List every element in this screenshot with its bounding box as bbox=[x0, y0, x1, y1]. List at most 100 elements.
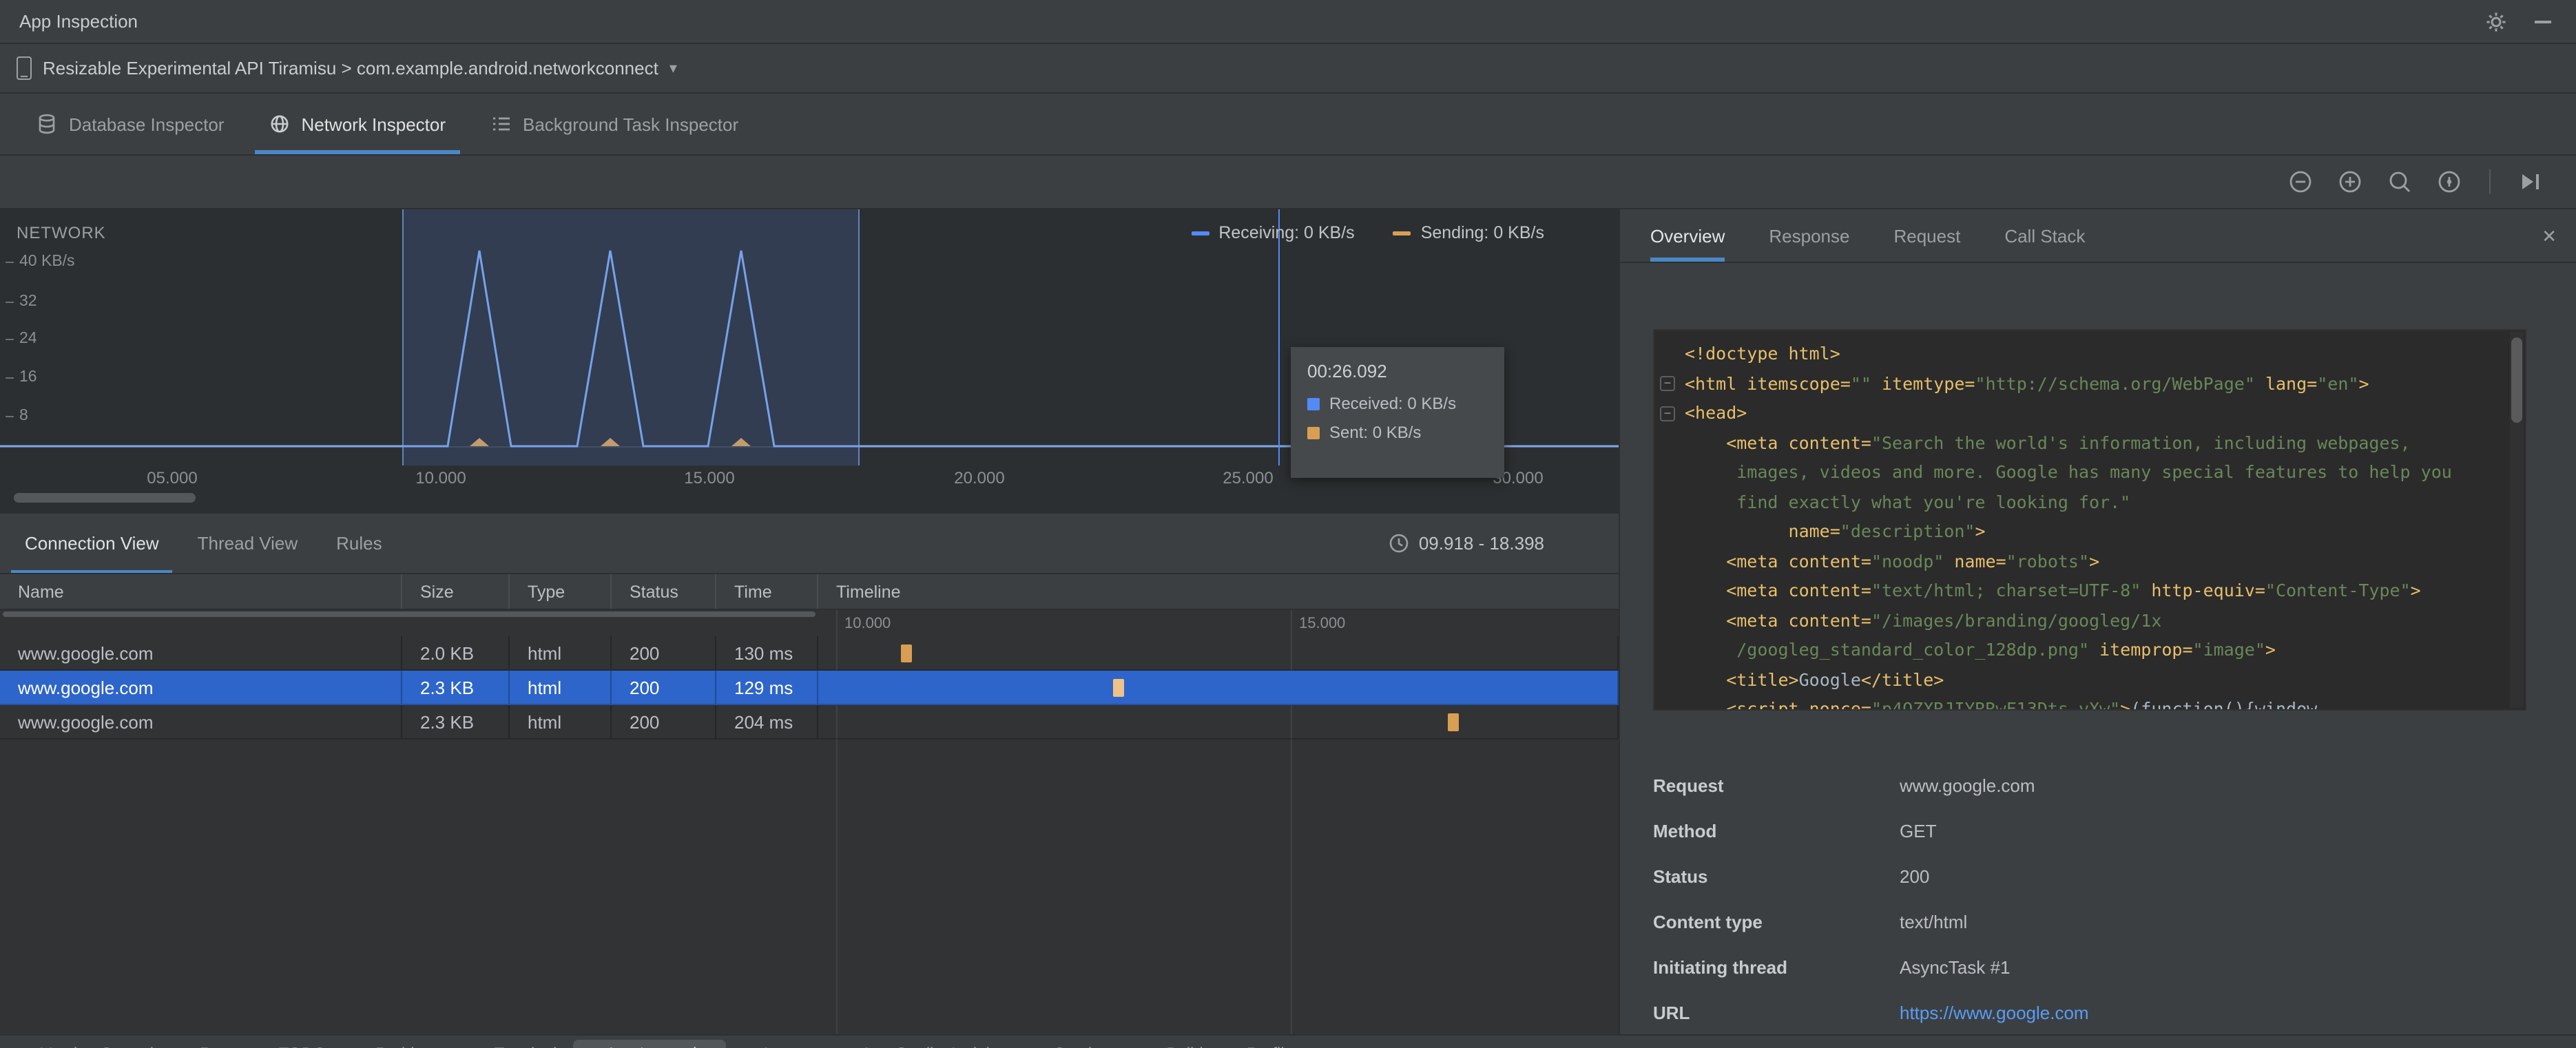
column-header-status[interactable]: Status bbox=[612, 574, 716, 609]
tool-window-button-build[interactable]: ◪ Build bbox=[1134, 1040, 1214, 1048]
tooltip-sent: Sent: 0 KB/s bbox=[1307, 423, 1488, 442]
tool-window-button-app-quality-insights[interactable]: ◉ App Quality Insights bbox=[830, 1040, 1019, 1048]
x-axis-tick: 10.000 bbox=[415, 468, 466, 488]
tool-window-button-run[interactable]: ▶ Run bbox=[170, 1040, 241, 1048]
tooltip-received: Received: 0 KB/s bbox=[1307, 394, 1488, 413]
sent-swatch-icon bbox=[1307, 426, 1320, 439]
tool-window-label: Terminal bbox=[495, 1044, 557, 1048]
tab-call-stack[interactable]: Call Stack bbox=[2004, 209, 2085, 262]
tab-response[interactable]: Response bbox=[1769, 209, 1849, 262]
table-horizontal-scrollbar[interactable] bbox=[3, 611, 816, 617]
column-header-timeline[interactable]: Timeline bbox=[818, 574, 1619, 609]
build-icon: ◪ bbox=[1145, 1045, 1160, 1048]
y-axis-tick: 24 bbox=[6, 331, 37, 347]
code-line: <meta content="noodp" name="robots"> bbox=[1685, 550, 2100, 571]
tooltip-guide-line bbox=[1278, 209, 1280, 465]
tab-rules[interactable]: Rules bbox=[317, 514, 402, 573]
connection-row[interactable]: www.google.com 2.0 KB html 200 130 ms bbox=[0, 636, 1619, 671]
code-content: <!doctype html> <html itemscope="" itemty… bbox=[1685, 339, 2506, 709]
tool-window-button-problems[interactable]: ▲ Problems bbox=[343, 1040, 457, 1048]
close-details-icon[interactable]: ✕ bbox=[2542, 209, 2557, 263]
connection-details-panel: Overview Response Request Call Stack ✕ −… bbox=[1619, 209, 2576, 1034]
hide-window-icon[interactable] bbox=[2529, 8, 2557, 35]
code-line: <meta content="Search the world's inform… bbox=[1685, 432, 2411, 452]
titlebar-actions bbox=[2482, 8, 2557, 35]
reset-zoom-icon[interactable] bbox=[2385, 167, 2415, 197]
tab-overview[interactable]: Overview bbox=[1650, 209, 1725, 262]
chart-title: NETWORK bbox=[17, 223, 106, 242]
column-header-name[interactable]: Name bbox=[0, 574, 402, 609]
y-axis-tick: 8 bbox=[6, 408, 28, 424]
tab-network-inspector[interactable]: Network Inspector bbox=[246, 94, 468, 154]
tab-thread-view[interactable]: Thread View bbox=[178, 514, 318, 573]
tool-window-button-logcat[interactable]: ▤ Logcat bbox=[731, 1040, 824, 1048]
process-selector-bar: Resizable Experimental API Tiramisu > co… bbox=[0, 44, 2576, 94]
inspector-tab-bar: Database Inspector Network Inspector Bac… bbox=[0, 94, 2576, 156]
process-selector[interactable]: Resizable Experimental API Tiramisu > co… bbox=[43, 58, 658, 78]
main-content: NETWORK Receiving: 0 KB/s Sending: 0 KB/… bbox=[0, 209, 2576, 1034]
tool-window-button-services[interactable]: ◈ Services bbox=[1025, 1040, 1129, 1048]
code-fold-icon[interactable]: − bbox=[1660, 406, 1675, 421]
attach-to-live-icon[interactable] bbox=[2515, 167, 2546, 197]
network-inspector-panel: NETWORK Receiving: 0 KB/s Sending: 0 KB/… bbox=[0, 209, 1619, 1034]
zoom-out-icon[interactable] bbox=[2285, 167, 2316, 197]
x-axis-tick: 15.000 bbox=[684, 468, 735, 488]
column-header-size[interactable]: Size bbox=[402, 574, 510, 609]
tool-window-button-version-control[interactable]: ◆ Version Control bbox=[11, 1040, 165, 1048]
tool-window-label: Logcat bbox=[764, 1044, 813, 1048]
received-swatch-icon bbox=[1307, 397, 1320, 410]
zoom-to-selection-icon[interactable] bbox=[2434, 167, 2464, 197]
tab-label: Database Inspector bbox=[69, 114, 225, 134]
column-header-time[interactable]: Time bbox=[716, 574, 818, 609]
connection-row-selected[interactable]: www.google.com 2.3 KB html 200 129 ms bbox=[0, 671, 1619, 705]
tab-database-inspector[interactable]: Database Inspector bbox=[14, 94, 246, 154]
y-axis-tick: 32 bbox=[6, 293, 37, 310]
code-line: <head> bbox=[1685, 402, 1747, 423]
column-header-type[interactable]: Type bbox=[510, 574, 612, 609]
code-scrollbar-thumb[interactable] bbox=[2511, 337, 2522, 423]
timeline-tick: 15.000 bbox=[1299, 616, 1346, 632]
tab-background-task-inspector[interactable]: Background Task Inspector bbox=[468, 94, 760, 154]
tab-label: Background Task Inspector bbox=[523, 114, 739, 134]
field-method: Method GET bbox=[1653, 821, 1937, 841]
bottom-tool-bar: ◆ Version Control ▶ Run ▤ TODO ▲ Problems ▭ Termi… bbox=[0, 1034, 2576, 1048]
window-title: App Inspection bbox=[19, 11, 138, 32]
chart-range-selection[interactable] bbox=[402, 209, 860, 465]
code-line: <!doctype html> bbox=[1685, 343, 1840, 364]
tool-window-button-todo[interactable]: ▤ TODO bbox=[247, 1040, 337, 1048]
zoom-in-icon[interactable] bbox=[2335, 167, 2365, 197]
y-axis-tick: 16 bbox=[6, 369, 37, 386]
run-icon: ▶ bbox=[181, 1045, 193, 1048]
app-inspection-icon: ▦ bbox=[584, 1045, 599, 1048]
selected-time-range: 09.918 - 18.398 bbox=[1389, 514, 1619, 573]
task-list-icon bbox=[492, 117, 509, 131]
chevron-down-icon[interactable]: ▾ bbox=[669, 59, 677, 77]
field-url: URL https://www.google.com bbox=[1653, 1000, 2548, 1027]
chart-horizontal-scrollbar[interactable] bbox=[14, 493, 196, 503]
code-fold-icon[interactable]: − bbox=[1660, 376, 1675, 391]
connection-table-header: Name Size Type Status Time Timeline bbox=[0, 574, 1619, 610]
problems-icon: ▲ bbox=[354, 1045, 369, 1048]
tool-window-button-profiler[interactable]: ◔ Profiler bbox=[1220, 1040, 1310, 1048]
tool-window-label: Problems bbox=[376, 1044, 446, 1048]
settings-gear-icon[interactable] bbox=[2482, 8, 2510, 35]
tool-window-label: Services bbox=[1055, 1044, 1118, 1048]
url-link[interactable]: https://www.google.com bbox=[1900, 1000, 2089, 1027]
app-inspection-window: App Inspection Resizable Experimental AP… bbox=[0, 0, 2576, 1048]
tool-window-label: Build bbox=[1166, 1044, 1203, 1048]
details-tab-bar: Overview Response Request Call Stack ✕ bbox=[1620, 209, 2576, 263]
tool-window-button-terminal[interactable]: ▭ Terminal bbox=[462, 1040, 568, 1048]
app-quality-insights-icon: ◉ bbox=[841, 1045, 854, 1048]
chart-toolbar bbox=[0, 156, 2576, 209]
tab-request[interactable]: Request bbox=[1893, 209, 1960, 262]
tab-label: Network Inspector bbox=[301, 114, 446, 134]
code-scrollbar bbox=[2510, 332, 2524, 708]
titlebar: App Inspection bbox=[0, 0, 2576, 44]
connection-row[interactable]: www.google.com 2.3 KB html 200 204 ms bbox=[0, 705, 1619, 740]
tool-window-button-app-inspection[interactable]: ▦ App Inspection bbox=[573, 1040, 726, 1048]
request-timeline-marker bbox=[1113, 679, 1124, 697]
tab-connection-view[interactable]: Connection View bbox=[6, 514, 178, 573]
code-line: name="description"> bbox=[1685, 521, 1986, 541]
code-line: /googleg_standard_color_128dp.png" itemp… bbox=[1685, 639, 2276, 660]
response-preview-editor[interactable]: − − <!doctype html> <html itemscope="" it… bbox=[1653, 329, 2526, 711]
